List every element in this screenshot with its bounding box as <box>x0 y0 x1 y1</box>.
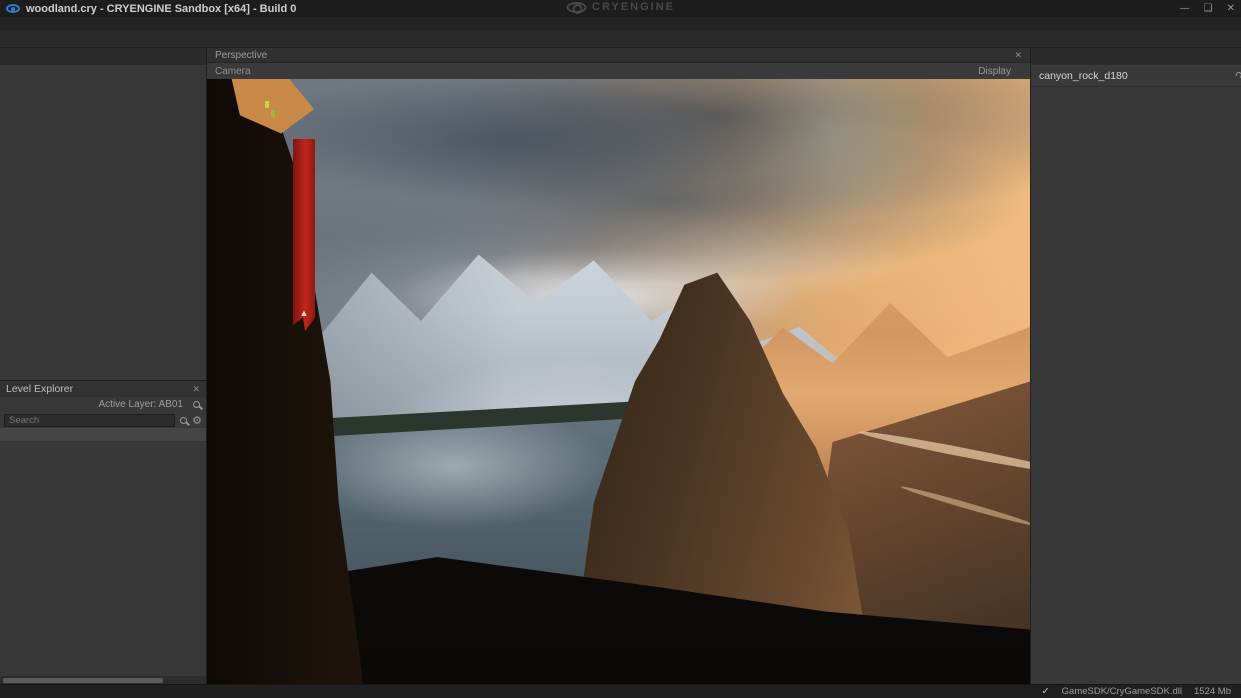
layer-search-icon[interactable] <box>193 401 200 408</box>
search-row: ⚙ <box>0 412 206 428</box>
viewport-title: Perspective <box>215 49 268 61</box>
viewport-panel: Perspective ✕ Camera Display ▲ <box>207 48 1030 684</box>
viewport-toolbar: Camera Display <box>207 63 1030 79</box>
minimize-button[interactable]: — <box>1180 3 1190 14</box>
level-explorer-title: Level Explorer <box>6 383 74 395</box>
window-controls: — ❏ ✕ <box>1180 3 1235 14</box>
viewport-close-icon[interactable]: ✕ <box>1014 50 1022 61</box>
create-object-panel <box>0 65 206 380</box>
menu-bar <box>0 17 1241 30</box>
display-menu[interactable]: Display <box>978 66 1011 77</box>
properties-tab-bar <box>1031 48 1241 65</box>
main-toolbar <box>0 30 1241 48</box>
status-module: GameSDK/CryGameSDK.dll <box>1061 686 1183 697</box>
title-bar: woodland.cry - CRYENGINE Sandbox [x64] -… <box>0 0 1241 17</box>
tree-column-header <box>0 428 206 441</box>
create-object-tab-bar <box>0 48 206 65</box>
climber-figure <box>265 101 269 108</box>
viewport-title-bar: Perspective ✕ <box>207 48 1030 63</box>
status-memory: 1524 Mb <box>1194 686 1231 697</box>
camera-menu[interactable]: Camera <box>215 66 251 77</box>
right-panel: canyon_rock_d180 <box>1030 48 1241 684</box>
level-explorer-header: Level Explorer ✕ <box>0 381 206 397</box>
search-icon[interactable] <box>180 416 188 424</box>
viewport-scene[interactable]: ▲ <box>207 79 1030 684</box>
layer-tree <box>0 441 206 676</box>
climber-figure-2 <box>271 110 275 117</box>
cryengine-eye-icon <box>566 1 586 14</box>
red-banner: ▲ <box>293 139 315 331</box>
scrollbar-thumb[interactable] <box>3 677 163 683</box>
active-layer-label: Active Layer: AB01 <box>98 399 184 410</box>
level-explorer-close-icon[interactable]: ✕ <box>192 384 200 395</box>
tree-h-scrollbar[interactable] <box>0 676 206 684</box>
window-title: woodland.cry - CRYENGINE Sandbox [x64] -… <box>26 2 297 15</box>
restore-button[interactable]: ❏ <box>1204 3 1213 14</box>
status-bar: ✓ GameSDK/CryGameSDK.dll 1524 Mb <box>0 684 1241 698</box>
level-explorer-menu: Active Layer: AB01 <box>0 397 206 412</box>
left-panel: Level Explorer ✕ Active Layer: AB01 ⚙ <box>0 48 207 684</box>
app-icon <box>6 4 20 13</box>
gear-icon[interactable]: ⚙ <box>192 414 202 427</box>
selected-object-name: canyon_rock_d180 <box>1039 69 1128 82</box>
status-check-icon: ✓ <box>1041 686 1050 697</box>
cryengine-logo: CRYENGINE <box>566 1 675 14</box>
search-input[interactable] <box>4 413 176 427</box>
close-button[interactable]: ✕ <box>1227 3 1235 14</box>
level-explorer-panel: Level Explorer ✕ Active Layer: AB01 ⚙ <box>0 380 206 684</box>
properties-body <box>1031 87 1241 684</box>
object-header: canyon_rock_d180 <box>1031 65 1241 87</box>
